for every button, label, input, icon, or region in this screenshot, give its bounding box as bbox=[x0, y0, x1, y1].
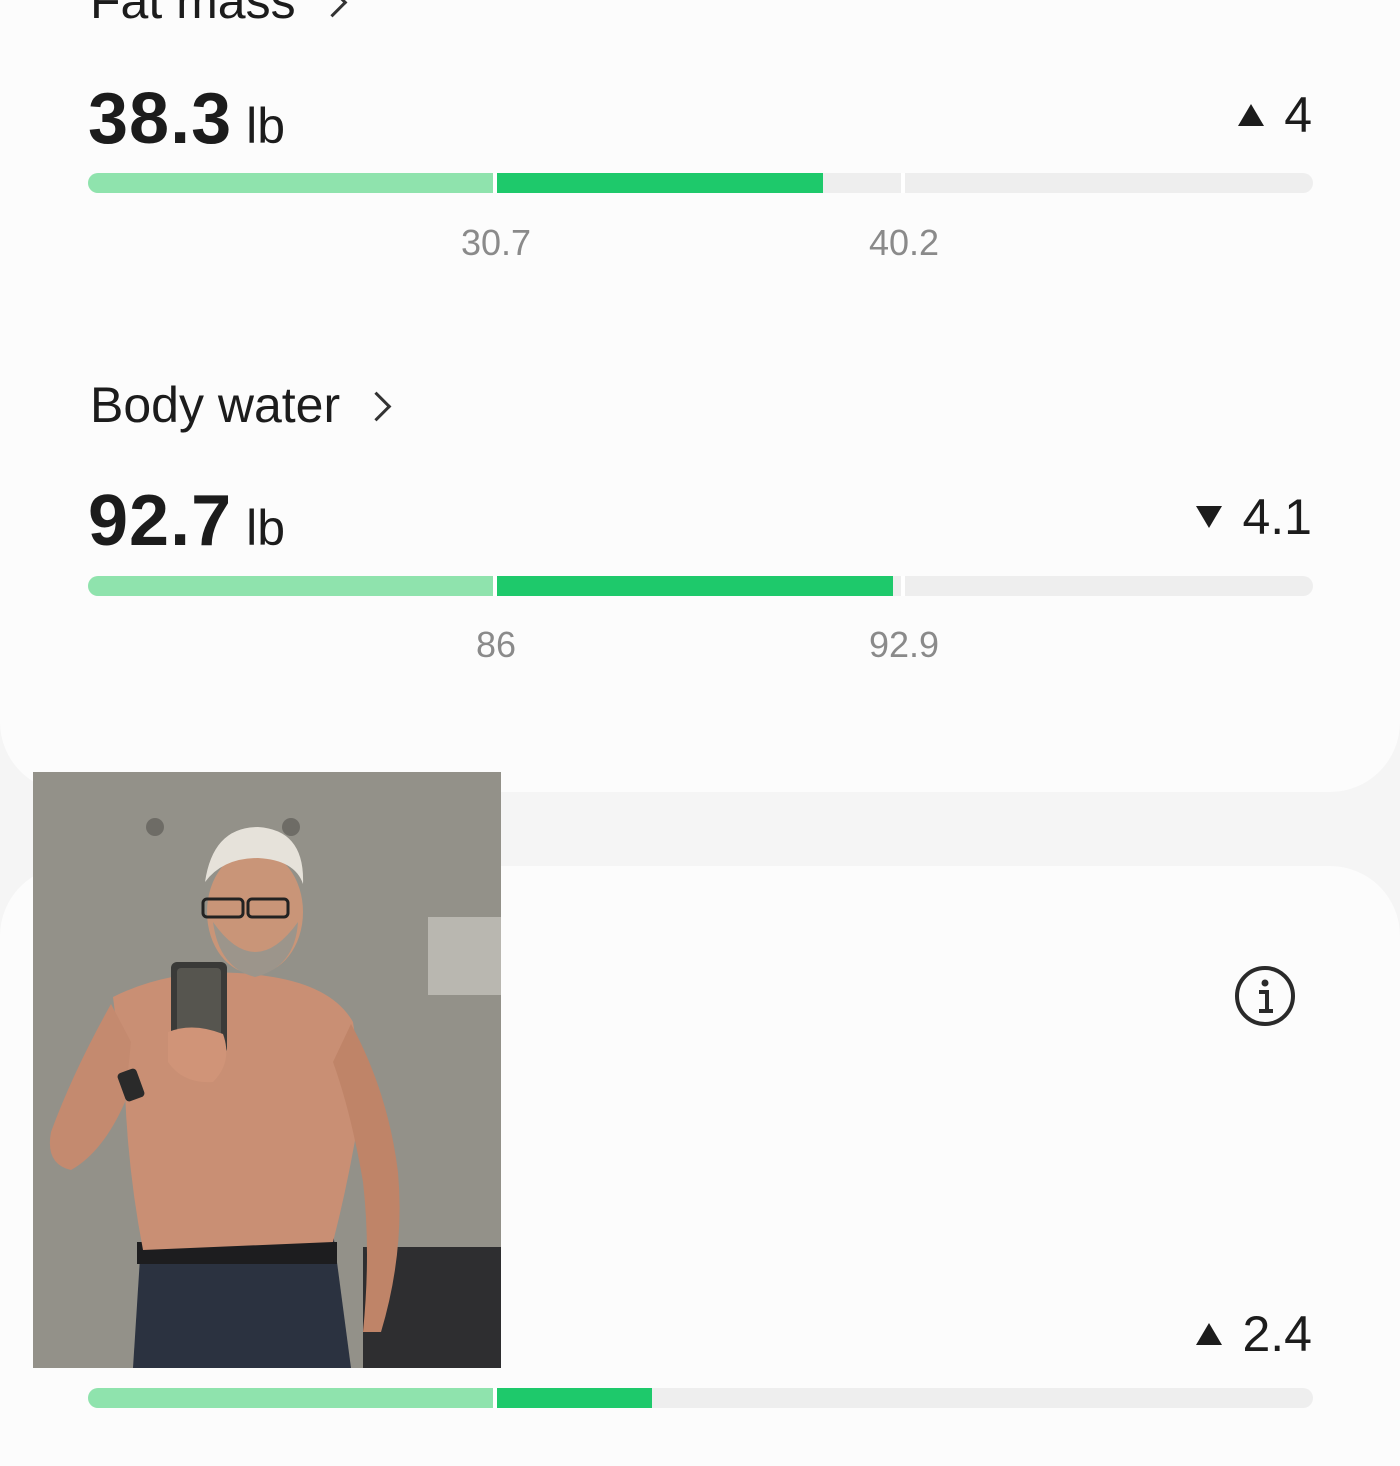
body-water-change: 4.1 bbox=[1196, 488, 1312, 546]
body-water-unit: lb bbox=[246, 500, 286, 556]
chevron-right-icon bbox=[361, 391, 392, 421]
body-water-low-segment bbox=[88, 576, 493, 596]
next-metric-change: 2.4 bbox=[1196, 1305, 1312, 1363]
next-metric-bar bbox=[88, 1388, 1313, 1408]
fat-mass-range-low: 30.7 bbox=[460, 222, 532, 263]
fat-mass-title: Fat mass bbox=[90, 0, 296, 29]
info-icon[interactable] bbox=[1234, 965, 1296, 1027]
body-water-range-low: 86 bbox=[475, 624, 517, 665]
next-metric-low-segment bbox=[88, 1388, 493, 1408]
next-metric-fill bbox=[497, 1388, 652, 1408]
body-water-title-link[interactable]: Body water bbox=[90, 376, 392, 434]
body-water-value: 92.7 bbox=[88, 481, 233, 561]
fat-mass-unit: lb bbox=[246, 98, 286, 154]
fat-mass-change-value: 4 bbox=[1284, 87, 1312, 143]
fat-mass-range-high: 40.2 bbox=[868, 222, 940, 263]
body-water-range-high: 92.9 bbox=[868, 624, 940, 665]
body-water-title: Body water bbox=[90, 377, 341, 433]
segment-divider bbox=[901, 173, 905, 193]
triangle-down-icon bbox=[1196, 506, 1223, 528]
body-water-change-value: 4.1 bbox=[1242, 489, 1312, 545]
fat-mass-value: 38.3 bbox=[88, 79, 233, 159]
mirror-selfie-photo bbox=[33, 772, 501, 1368]
fat-mass-value-row: 38.3 lb bbox=[88, 78, 285, 160]
body-water-fill bbox=[497, 576, 893, 596]
next-metric-change-value: 2.4 bbox=[1242, 1306, 1312, 1362]
fat-mass-bar bbox=[88, 173, 1313, 193]
segment-divider bbox=[901, 576, 905, 596]
fat-mass-title-link[interactable]: Fat mass bbox=[90, 0, 347, 30]
chevron-right-icon bbox=[317, 0, 347, 17]
fat-mass-low-segment bbox=[88, 173, 493, 193]
body-water-value-row: 92.7 lb bbox=[88, 480, 285, 562]
fat-mass-change: 4 bbox=[1238, 86, 1312, 144]
triangle-up-icon bbox=[1238, 104, 1265, 126]
body-water-bar bbox=[88, 576, 1313, 596]
fat-mass-fill bbox=[497, 173, 823, 193]
triangle-up-icon bbox=[1196, 1323, 1223, 1345]
